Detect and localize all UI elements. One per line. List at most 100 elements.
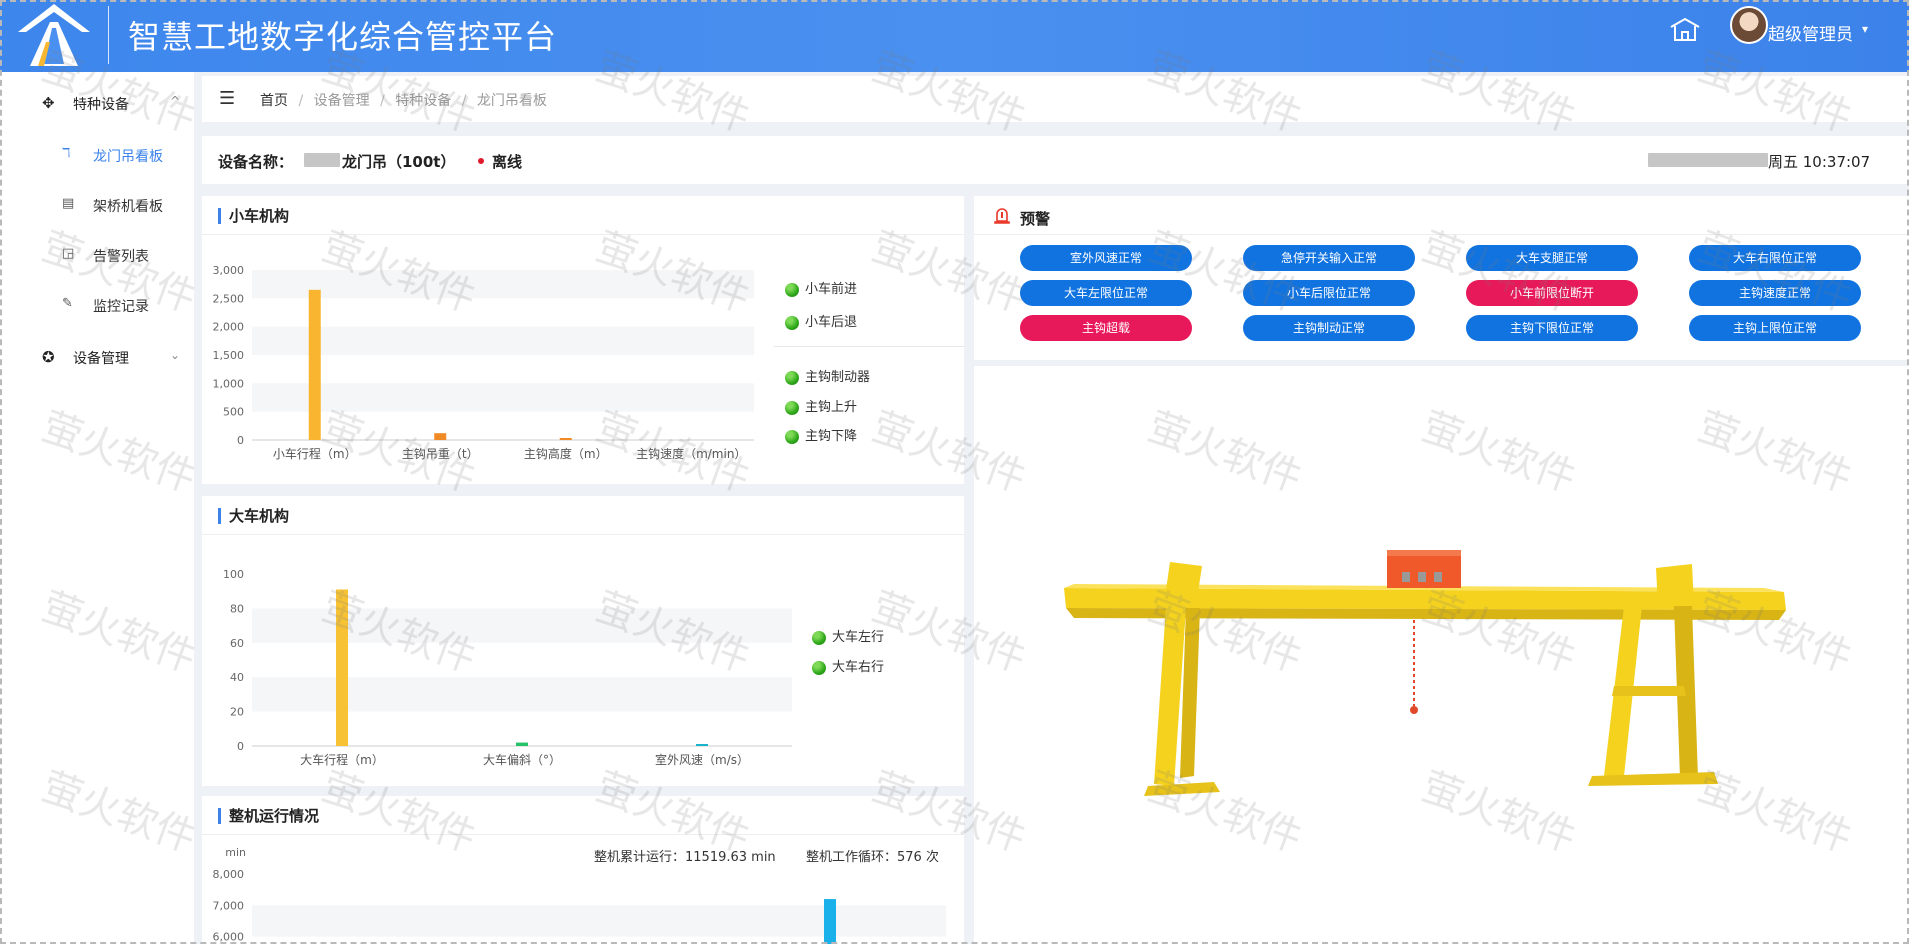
alarm-panel: 预警 室外风速正常 急停开关输入正常 大车支腿正常 大车右限位正常大车左限位正常 小车后… [974,196,1909,360]
panel-title: 小车机构 [218,208,289,224]
status-dot [478,158,484,164]
y-tick-label: 7,000 [213,899,245,912]
move-cross-icon: ✥ [42,94,55,112]
device-name: 龙门吊（100t） [342,153,456,171]
user-avatar[interactable] [1730,6,1768,44]
bridge-bar-chart: 0 20 40 60 80 100 大车行程（m） 大车偏斜（°） 室外风速（m/s） [223,568,792,767]
alarm-siren-icon [994,208,1010,224]
sidebar-group-label: 特种设备 [73,97,129,113]
header-divider [108,6,109,64]
y-tick-label: 0 [237,434,244,447]
alarm-status-button[interactable]: 急停开关输入正常 [1243,245,1415,271]
user-menu-caret-icon[interactable]: ▾ [1862,22,1868,36]
y-tick-label: 0 [237,740,244,753]
bridge-panel: 大车机构 0 20 40 60 80 100 大车行程（m） 大车偏斜（°） 室外风速（m/s）… [202,496,964,786]
sidebar-item-gantry-board[interactable]: ℸ 龙门吊看板 [0,134,194,174]
bar [434,433,447,440]
trolley-panel: 小车机构 0 500 1,000 1,500 2,000 2,500 3,000 小车行程（m… [202,196,964,484]
breadcrumb-separator: / [461,93,467,109]
legend-label: 小车后退 [805,315,858,330]
legend-hook-brake: 主钩制动器 [785,366,870,385]
redacted-block [304,153,340,167]
bar [559,438,572,440]
y-axis-label: min [225,846,246,859]
alarm-status-button[interactable]: 大车支腿正常 [1466,245,1638,271]
y-tick-label: 8,000 [213,868,245,881]
y-tick-label: 60 [230,637,244,650]
legend-hook-up: 主钩上升 [785,396,857,415]
y-tick-label: 1,500 [213,349,245,362]
sidebar-item-label: 告警列表 [93,249,149,265]
alarm-title: 预警 [1020,210,1051,228]
legend-label: 主钩制动器 [805,370,871,385]
gantry-crane-3d-model[interactable] [974,366,1909,944]
alarm-status-button[interactable]: 主钩下限位正常 [1466,315,1638,341]
y-tick-label: 20 [230,706,244,719]
alarm-status-button[interactable]: 主钩超载 [1020,315,1192,341]
run-status-panel: 整机运行情况 整机累计运行：11519.63 min 整机工作循环：576 次 … [202,796,964,944]
status-light-icon [785,315,799,330]
legend-hook-down: 主钩下降 [785,425,857,444]
gantry-icon: ℸ [62,146,71,161]
status-light-icon [785,370,799,385]
alarm-status-button[interactable]: 小车前限位断开 [1466,280,1638,306]
breadcrumb-special-equipment[interactable]: 特种设备 [395,93,451,109]
legend-label: 小车前进 [805,282,858,297]
grid-band [252,270,754,299]
sidebar-group-special-equipment[interactable]: ✥ 特种设备 ^ [0,82,194,122]
status-light-icon [785,400,799,415]
x-tick-label: 大车行程（m） [300,752,384,767]
alarm-status-button[interactable]: 大车左限位正常 [1020,280,1192,306]
alarm-status-button[interactable]: 大车右限位正常 [1689,245,1861,271]
x-tick-label: 大车偏斜（°） [483,752,561,767]
bar [336,589,348,746]
device-name-label: 设备名称： [218,153,294,171]
y-tick-label: 40 [230,671,244,684]
bar [516,742,528,746]
sidebar-item-label: 架桥机看板 [93,199,163,215]
breadcrumb-gantry-board: 龙门吊看板 [476,93,547,109]
redacted-date [1648,153,1768,167]
user-name[interactable]: 超级管理员 [1768,20,1853,45]
app-title: 智慧工地数字化综合管控平台 [128,18,558,56]
chevron-down-icon: ⌄ [170,348,181,362]
runtime-bar-chart: 5,0006,0007,0008,000min [213,846,946,944]
sidebar: ✥ 特种设备 ^ ℸ 龙门吊看板 ▤ 架桥机看板 ◲ 告警列表 ✎ 监控记录 ✪… [0,72,194,944]
sidebar-group-device-management[interactable]: ✪ 设备管理 ⌄ [0,336,194,376]
menu-fold-icon[interactable]: ☰ [219,88,235,109]
crane-model-panel [974,366,1909,944]
legend-trolley-forward: 小车前进 [785,278,857,297]
status-light-icon [812,660,826,675]
alarm-status-button[interactable]: 主钩速度正常 [1689,280,1861,306]
sidebar-group-label: 设备管理 [73,351,129,367]
legend-label: 大车右行 [832,660,885,675]
alarm-status-button[interactable]: 小车后限位正常 [1243,280,1415,306]
panel-title: 大车机构 [218,508,289,524]
breadcrumb-separator: / [380,93,385,109]
breadcrumb-bar: ☰ 首页 / 设备管理 / 特种设备 / 龙门吊看板 [202,76,1909,122]
logo-icon [18,4,90,66]
breadcrumb-device-management[interactable]: 设备管理 [314,93,370,109]
campus-home-icon[interactable] [1668,16,1702,44]
chevron-up-icon: ^ [170,94,181,108]
alarm-status-button[interactable]: 主钩上限位正常 [1689,315,1861,341]
x-tick-label: 室外风速（m/s） [655,752,749,767]
sidebar-item-alert-list[interactable]: ◲ 告警列表 [0,234,194,274]
alarm-status-button[interactable]: 主钩制动正常 [1243,315,1415,341]
sidebar-item-monitor-records[interactable]: ✎ 监控记录 [0,284,194,324]
legend-divider [774,346,964,347]
current-time: 周五 10:37:07 [1768,153,1871,171]
edit-record-icon: ✎ [62,296,73,311]
breadcrumb-home[interactable]: 首页 [260,93,288,109]
alarm-status-button[interactable]: 室外风速正常 [1020,245,1192,271]
sidebar-item-bridge-machine-board[interactable]: ▤ 架桥机看板 [0,184,194,224]
bar [824,899,836,944]
y-tick-label: 1,000 [213,377,245,390]
legend-bridge-left: 大车左行 [812,626,884,645]
x-tick-label: 小车行程（m） [273,446,357,461]
y-tick-label: 3,000 [213,264,245,277]
x-tick-label: 主钩吊重（t） [402,447,479,461]
breadcrumb: 首页 / 设备管理 / 特种设备 / 龙门吊看板 [260,90,553,110]
legend-label: 主钩上升 [805,400,858,415]
sidebar-item-label: 监控记录 [93,299,149,315]
